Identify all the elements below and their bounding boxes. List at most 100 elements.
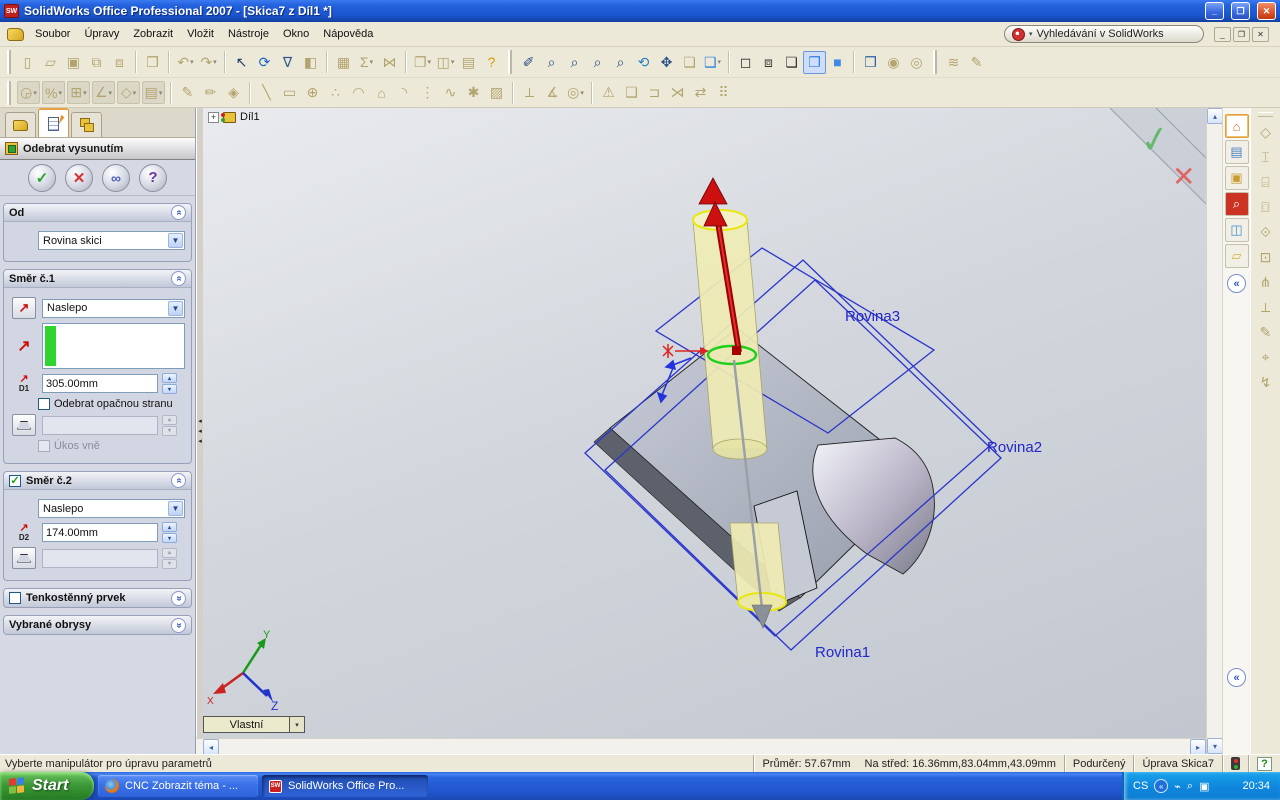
doc-restore-button[interactable]: ❐ bbox=[1233, 27, 1250, 42]
vertical-tool-7-button[interactable]: ⋔ bbox=[1254, 270, 1278, 295]
menu-napoveda[interactable]: Nápověda bbox=[316, 25, 380, 43]
graphics-viewport[interactable]: Rovina3 Rovina2 Rovina1 Y X Z + Díl1 bbox=[203, 108, 1206, 738]
rebuild-button[interactable]: ⟳ bbox=[253, 51, 276, 74]
centerpoint-arc-button[interactable]: ◠ bbox=[347, 81, 370, 104]
vertical-tool-11-button[interactable]: ↯ bbox=[1254, 370, 1278, 395]
hatch-button[interactable]: ▨ bbox=[485, 81, 508, 104]
exit-sketch-button[interactable]: ◈ bbox=[222, 81, 245, 104]
shaded-button[interactable]: ■ bbox=[826, 51, 849, 74]
configurationmanager-tab[interactable] bbox=[71, 112, 102, 137]
scroll-left-button[interactable]: ◂ bbox=[203, 739, 219, 755]
scroll-down-button[interactable]: ▾ bbox=[1207, 738, 1223, 754]
vertical-tool-9-button[interactable]: ✎ bbox=[1254, 320, 1278, 345]
shadows-button[interactable]: ❒ bbox=[859, 51, 882, 74]
select-button[interactable]: ↖ bbox=[230, 51, 253, 74]
menu-okno[interactable]: Okno bbox=[276, 25, 316, 43]
end-condition1-combo[interactable]: Naslepo ▼ bbox=[42, 299, 185, 318]
minimize-button[interactable]: _ bbox=[1205, 2, 1224, 20]
vertical-tool-10-button[interactable]: ⌖ bbox=[1254, 345, 1278, 370]
scroll-right-button[interactable]: ▸ bbox=[1190, 739, 1206, 755]
thin-feature-checkbox[interactable] bbox=[9, 592, 21, 604]
propertymanager-tab[interactable] bbox=[38, 108, 69, 137]
print-button[interactable]: ❒ bbox=[141, 51, 164, 74]
flyout-notes-button[interactable]: ▤▾ bbox=[142, 81, 165, 104]
point-button[interactable]: ✱ bbox=[462, 81, 485, 104]
add-relation-button[interactable]: ⟂ bbox=[518, 81, 541, 104]
standard-views-button[interactable]: ❏ bbox=[678, 51, 701, 74]
close-button[interactable]: ✕ bbox=[1257, 2, 1276, 20]
language-indicator[interactable]: CS bbox=[1133, 780, 1148, 792]
search-dropdown-icon[interactable]: ▾ bbox=[1029, 30, 1033, 38]
linear-pattern-button[interactable]: ⠿ bbox=[712, 81, 735, 104]
tree-expand-icon[interactable]: + bbox=[208, 112, 219, 123]
cancel-button[interactable]: ✕ bbox=[65, 164, 93, 192]
help-circle-button[interactable]: ? bbox=[139, 164, 167, 192]
search-box[interactable]: ▾ Vyhledávání v SolidWorks bbox=[1004, 25, 1204, 43]
shaded-with-edges-button[interactable]: ❐ bbox=[803, 51, 826, 74]
vertical-tool-4-button[interactable]: ⌼ bbox=[1254, 195, 1278, 220]
vertical-tool-6-button[interactable]: ⊡ bbox=[1254, 245, 1278, 270]
resources-tab[interactable]: ⌂ bbox=[1225, 114, 1249, 138]
zoom-selection-button[interactable]: ⌕ bbox=[609, 51, 632, 74]
reverse-direction-button[interactable]: ↗ bbox=[12, 297, 36, 319]
flyout-measure-button[interactable]: ∠▾ bbox=[92, 81, 115, 104]
make-assembly-button[interactable]: ⧈ bbox=[108, 51, 131, 74]
combo-arrow-icon[interactable]: ▼ bbox=[168, 233, 183, 248]
viewport-vertical-scrollbar[interactable]: ▴ ▾ bbox=[1206, 108, 1222, 754]
hidden-lines-removed-button[interactable]: ❏ bbox=[780, 51, 803, 74]
expand-group-button[interactable]: « bbox=[171, 591, 186, 606]
redo-button[interactable]: ↷▾ bbox=[197, 51, 220, 74]
direction1-manipulator-arrow[interactable] bbox=[699, 178, 727, 204]
zoom-in-out-button[interactable]: ⌕ bbox=[586, 51, 609, 74]
featuremanager-tab[interactable] bbox=[5, 112, 36, 137]
from-combo[interactable]: Rovina skici ▼ bbox=[38, 231, 185, 250]
appearance-button[interactable]: ◧ bbox=[299, 51, 322, 74]
trim-button[interactable]: ⋊ bbox=[666, 81, 689, 104]
flip-side-checkbox[interactable] bbox=[38, 398, 50, 410]
orientation-dropdown-icon[interactable]: ▾ bbox=[289, 717, 304, 732]
menu-nastroje[interactable]: Nástroje bbox=[221, 25, 276, 43]
combo-arrow-icon[interactable]: ▼ bbox=[168, 301, 183, 316]
rotate-view-button[interactable]: ⟲ bbox=[632, 51, 655, 74]
depth1-input[interactable] bbox=[42, 374, 158, 393]
solidworks-menu-icon[interactable] bbox=[7, 28, 24, 41]
auto-relations-button[interactable]: ∡ bbox=[541, 81, 564, 104]
options-button[interactable]: ▤ bbox=[457, 51, 480, 74]
task-pane-collapse-button[interactable]: « bbox=[1227, 274, 1246, 293]
offset-entities-button[interactable]: ⊐ bbox=[643, 81, 666, 104]
expand-group-button[interactable]: « bbox=[171, 618, 186, 633]
direction2-checkbox[interactable]: ✓ bbox=[9, 475, 21, 487]
view-orientation-combo[interactable]: Vlastní ▾ bbox=[203, 716, 305, 733]
combo-arrow-icon[interactable]: ▼ bbox=[168, 501, 183, 516]
taskbar-task-solidworks[interactable]: SW SolidWorks Office Pro... bbox=[262, 775, 428, 797]
viewport-horizontal-scrollbar[interactable]: ◂ ▸ bbox=[196, 738, 1206, 754]
scroll-up-button[interactable]: ▴ bbox=[1207, 108, 1223, 124]
network-icon[interactable]: ⌁ bbox=[1174, 780, 1181, 793]
menu-vlozit[interactable]: Vložit bbox=[180, 25, 221, 43]
headlight-button[interactable]: ≋ bbox=[942, 51, 965, 74]
mirror-button[interactable]: ⇄ bbox=[689, 81, 712, 104]
end-condition2-combo[interactable]: Naslepo ▼ bbox=[38, 499, 185, 518]
doc-close-button[interactable]: ✕ bbox=[1252, 27, 1269, 42]
vertical-tool-3-button[interactable]: ⌸ bbox=[1254, 170, 1278, 195]
doc-minimize-button[interactable]: _ bbox=[1214, 27, 1231, 42]
three-point-arc-button[interactable]: ◝ bbox=[393, 81, 416, 104]
flyout-features-button[interactable]: ◶▾ bbox=[17, 81, 40, 104]
flyout-scale-button[interactable]: %▾ bbox=[42, 81, 65, 104]
spline-point-button[interactable]: ∴ bbox=[324, 81, 347, 104]
depth2-spinner[interactable]: ▴▾ bbox=[162, 522, 177, 543]
sketch-button[interactable]: ✎ bbox=[176, 81, 199, 104]
tangent-arc-button[interactable]: ⌂ bbox=[370, 81, 393, 104]
search-tray-icon[interactable]: ⌕ bbox=[1187, 780, 1193, 793]
hidden-lines-visible-button[interactable]: ⧈ bbox=[757, 51, 780, 74]
collapse-group-button[interactable]: « bbox=[171, 271, 186, 286]
direction1-selection-list[interactable] bbox=[42, 323, 185, 369]
selection-filter-button[interactable]: ∇ bbox=[276, 51, 299, 74]
draft2-button[interactable] bbox=[12, 547, 36, 569]
manipulator-end-cap[interactable] bbox=[732, 346, 741, 355]
draft1-button[interactable] bbox=[12, 414, 36, 436]
file-explorer-tab[interactable]: ▣ bbox=[1225, 166, 1249, 190]
rectangle-button[interactable]: ▭ bbox=[278, 81, 301, 104]
line-button[interactable]: ╲ bbox=[255, 81, 278, 104]
help-button[interactable]: ? bbox=[480, 51, 503, 74]
